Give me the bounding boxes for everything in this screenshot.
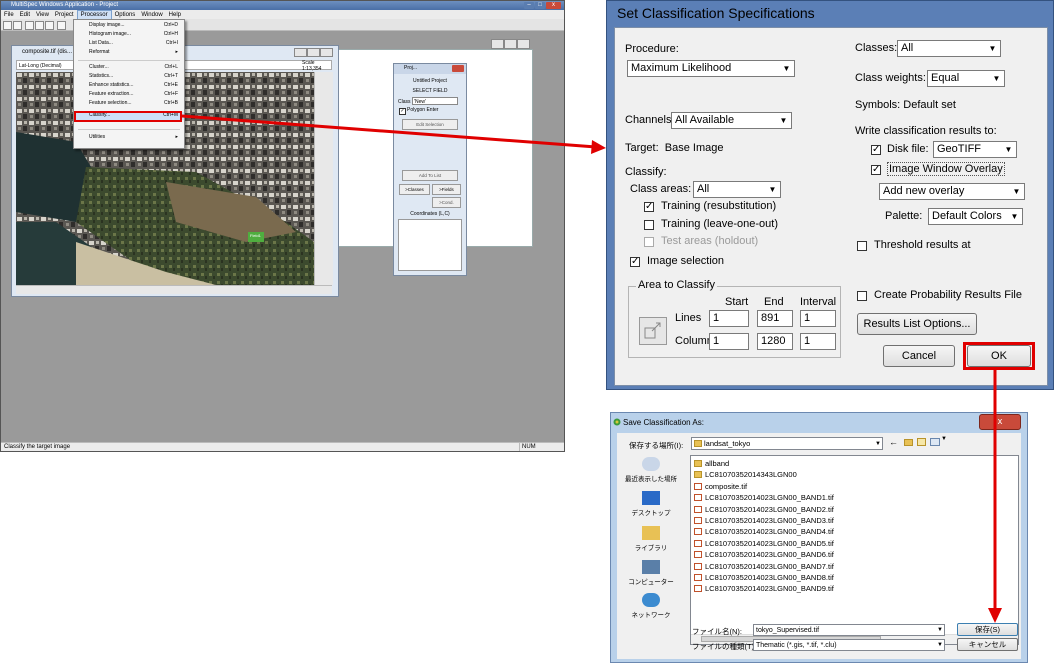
annotation-arrows	[181, 114, 1002, 623]
arrowhead-down	[988, 608, 1002, 623]
arrow-to-classification-dialog	[181, 114, 597, 149]
arrowhead-right	[591, 140, 606, 154]
